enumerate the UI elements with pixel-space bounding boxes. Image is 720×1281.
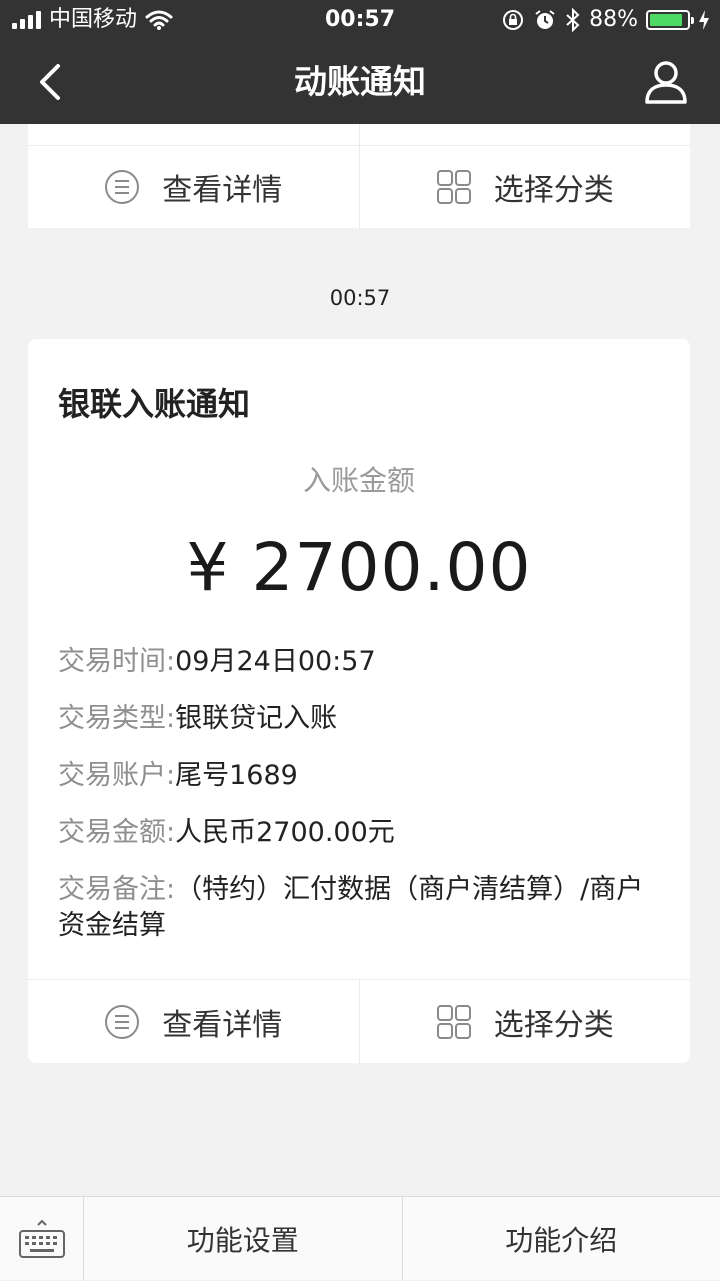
user-icon[interactable]	[642, 58, 690, 106]
detail-row: 交易类型:银联贷记入账	[58, 701, 668, 737]
card-title: 银联入账通知	[58, 379, 250, 425]
select-category-button[interactable]: 选择分类	[359, 980, 691, 1063]
list-icon	[104, 1004, 140, 1040]
view-details-button[interactable]: 查看详情	[28, 124, 359, 228]
prev-card-actions: 查看详情 选择分类	[28, 124, 690, 228]
grid-icon	[436, 169, 472, 205]
detail-row: 交易账户:尾号1689	[58, 758, 668, 794]
message-list[interactable]: 查看详情 选择分类 00:57 银联入账通知 入账金额 ¥ 2700.00 交易…	[0, 124, 720, 1196]
grid-icon	[436, 1004, 472, 1040]
amount-label: 入账金额	[28, 459, 690, 499]
wifi-icon	[145, 9, 173, 31]
transaction-details: 交易时间:09月24日00:57 交易类型:银联贷记入账 交易账户:尾号1689…	[58, 644, 668, 965]
keyboard-icon	[18, 1219, 66, 1259]
nav-bar: 动账通知	[0, 40, 720, 124]
select-category-button[interactable]: 选择分类	[359, 124, 691, 228]
status-bar: 中国移动 00:57 88%	[0, 0, 720, 40]
notification-card: 银联入账通知 入账金额 ¥ 2700.00 交易时间:09月24日00:57 交…	[28, 339, 690, 1063]
detail-row: 交易备注:（特约）汇付数据（商户清结算）/商户资金结算	[58, 872, 668, 944]
keyboard-toggle-button[interactable]	[0, 1197, 84, 1281]
bottom-menu-bar: 功能设置 功能介绍	[0, 1196, 720, 1280]
view-details-button[interactable]: 查看详情	[28, 980, 359, 1063]
battery-percent: 88%	[589, 0, 638, 40]
message-timestamp: 00:57	[0, 286, 720, 310]
menu-function-settings[interactable]: 功能设置	[84, 1197, 402, 1280]
page-title: 动账通知	[0, 40, 720, 124]
orientation-lock-icon	[501, 8, 525, 32]
alarm-icon	[533, 8, 557, 32]
detail-row: 交易时间:09月24日00:57	[58, 644, 668, 680]
bluetooth-icon	[565, 8, 581, 32]
list-icon	[104, 169, 140, 205]
detail-row: 交易金额:人民币2700.00元	[58, 815, 668, 851]
signal-icon	[12, 11, 41, 29]
charging-icon	[698, 9, 710, 31]
carrier-label: 中国移动	[49, 0, 137, 40]
card-actions: 查看详情 选择分类	[28, 979, 690, 1063]
amount-value: ¥ 2700.00	[28, 529, 690, 606]
menu-function-intro[interactable]: 功能介绍	[402, 1197, 720, 1280]
battery-icon	[646, 10, 690, 30]
